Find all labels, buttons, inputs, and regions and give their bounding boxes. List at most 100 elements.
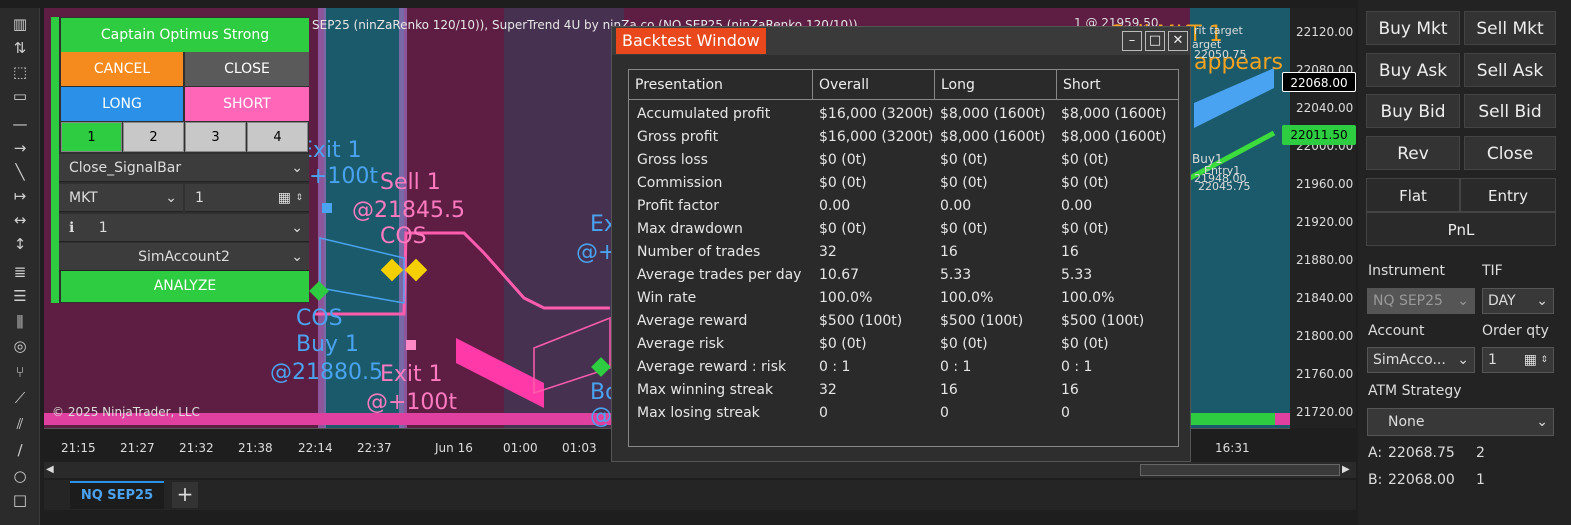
scroll-right-icon[interactable]: ▶ [1342, 464, 1354, 476]
time-cycles-icon[interactable]: ⫼ [10, 312, 30, 332]
quantity-stepper[interactable]: 1 ▦ ⇕ [185, 184, 309, 212]
diagonal-icon[interactable]: ∕ [10, 440, 30, 460]
buy-value: @21880.5 [270, 360, 383, 385]
fib-ext-icon[interactable]: ☰ [10, 286, 30, 306]
info-dropdown[interactable]: ℹ 1 ⌄ [59, 214, 309, 242]
metric-value: $500 (100t) [940, 313, 1024, 329]
account-dropdown[interactable]: SimAccount2 ⌄ [59, 243, 309, 271]
sell-ask-button[interactable]: Sell Ask [1464, 53, 1556, 87]
calculator-icon[interactable]: ▦ [1524, 348, 1537, 372]
cancel-button[interactable]: CANCEL [61, 52, 183, 86]
table-row: Max winning streak 32 16 16 [629, 379, 1178, 402]
fib-icon[interactable]: ≣ [10, 262, 30, 282]
short-button[interactable]: SHORT [185, 87, 309, 121]
copyright: © 2025 NinjaTrader, LLC [52, 405, 200, 419]
trendline-icon[interactable]: ╲ [10, 162, 30, 182]
pitchfork-icon[interactable]: ⑂ [10, 362, 30, 382]
circle-target-icon[interactable]: ◎ [10, 336, 30, 356]
bid-price: 22068.00 [1388, 472, 1455, 488]
arrows-icon[interactable]: ⇅ [10, 38, 30, 58]
long-button[interactable]: LONG [61, 87, 183, 121]
metric-value: $8,000 (1600t) [1061, 106, 1167, 122]
metric-value: 0 : 1 [819, 359, 851, 375]
analyze-button[interactable]: ANALYZE [61, 271, 309, 302]
order-type-dropdown[interactable]: MKT ⌄ [59, 184, 183, 212]
channel-icon[interactable]: ⫽ [10, 414, 30, 434]
arrow-line-icon[interactable]: ↦ [10, 186, 30, 206]
stop-value: 22045.75 [1198, 180, 1251, 193]
line-icon[interactable]: — [10, 114, 30, 134]
metric-value: $8,000 (1600t) [940, 106, 1046, 122]
extended-line-icon[interactable]: ↔ [10, 210, 30, 230]
exit-value-bottom: @+100t [366, 390, 458, 415]
signal-value: Close_SignalBar [69, 160, 182, 176]
buy-ask-button[interactable]: Buy Ask [1366, 53, 1460, 87]
qty-preset-1[interactable]: 1 [61, 122, 122, 152]
column-header[interactable]: Presentation [629, 70, 813, 100]
time-tick: 16:31 [1215, 441, 1250, 455]
qty-preset-2[interactable]: 2 [123, 122, 184, 152]
column-header[interactable]: Short [1057, 70, 1178, 100]
table-row: Max drawdown $0 (0t) $0 (0t) $0 (0t) [629, 218, 1178, 241]
metric-name: Win rate [637, 290, 697, 306]
instrument-select[interactable]: NQ SEP25 ⌄ [1367, 288, 1475, 314]
metric-value: 10.67 [819, 267, 860, 283]
region-icon[interactable]: ▭ [10, 86, 30, 106]
price-tick: 21960.00 [1296, 177, 1354, 191]
tab-nq-sep25[interactable]: NQ SEP25 [70, 481, 164, 509]
bid-label: B: [1368, 472, 1383, 488]
close-icon[interactable]: ✕ [1168, 31, 1188, 51]
table-row: Max losing streak 0 0 0 [629, 402, 1178, 425]
backtest-window: Backtest Window – □ ✕ Presentation Overa… [611, 26, 1191, 462]
signal-dropdown[interactable]: Close_SignalBar ⌄ [59, 154, 309, 182]
calculator-icon[interactable]: ▦ [278, 184, 291, 212]
vertical-line-icon[interactable]: ↕ [10, 234, 30, 254]
tif-select[interactable]: DAY ⌄ [1482, 288, 1554, 314]
account-select[interactable]: SimAcco... ⌄ [1367, 347, 1475, 373]
order-qty-value: 1 [1488, 352, 1497, 368]
qty-preset-4[interactable]: 4 [247, 122, 308, 152]
qty-preset-3[interactable]: 3 [185, 122, 246, 152]
rectangle-icon[interactable]: □ [10, 490, 30, 510]
scroll-left-icon[interactable]: ◀ [46, 464, 58, 476]
price-axis[interactable]: 22120.00 22080.00 22040.00 22000.00 2196… [1282, 8, 1356, 428]
dashed-rect-icon[interactable]: ⬚ [10, 62, 30, 82]
chart-scrollbar[interactable]: ◀ ▶ [44, 462, 1356, 478]
add-tab-button[interactable]: + [172, 482, 198, 508]
spinner-icon[interactable]: ⇕ [1540, 348, 1548, 372]
account-select-value: SimAcco... [1373, 352, 1446, 368]
metric-value: 0 [940, 405, 949, 421]
strategy-title-button[interactable]: Captain Optimus Strong [61, 18, 309, 52]
buy-market-button[interactable]: Buy Mkt [1366, 11, 1460, 45]
atm-strategy-select[interactable]: None ⌄ [1367, 408, 1554, 436]
sell-market-button[interactable]: Sell Mkt [1464, 11, 1556, 45]
ray-icon[interactable]: → [10, 138, 30, 158]
metric-value: $8,000 (1600t) [940, 129, 1046, 145]
metric-value: 0 : 1 [1061, 359, 1093, 375]
sell-bid-button[interactable]: Sell Bid [1464, 94, 1556, 128]
chevron-down-icon: ⌄ [291, 160, 303, 176]
close-position-button[interactable]: Close [1464, 136, 1556, 170]
backtest-titlebar[interactable]: Backtest Window – □ ✕ [612, 27, 1190, 55]
metric-value: $500 (100t) [819, 313, 903, 329]
ruler-icon[interactable]: ▥ [10, 14, 30, 34]
time-tick: 01:00 [503, 441, 538, 455]
column-header[interactable]: Long [935, 70, 1057, 100]
pnl-display: PnL [1366, 212, 1556, 246]
spinner-icon[interactable]: ⇕ [295, 184, 303, 212]
gann-icon[interactable]: ⟋ [10, 388, 30, 408]
price-tick: 21880.00 [1296, 253, 1354, 267]
order-qty-stepper[interactable]: 1 ▦ ⇕ [1482, 347, 1554, 373]
maximize-icon[interactable]: □ [1145, 31, 1165, 51]
time-tick: 21:32 [179, 441, 214, 455]
scrollbar-thumb[interactable] [1140, 464, 1340, 476]
minimize-icon[interactable]: – [1122, 31, 1142, 51]
metric-value: 0.00 [819, 198, 851, 214]
reverse-button[interactable]: Rev [1366, 136, 1460, 170]
tif-value: DAY [1488, 293, 1516, 309]
buy-bid-button[interactable]: Buy Bid [1366, 94, 1460, 128]
close-button[interactable]: CLOSE [185, 52, 309, 86]
ellipse-icon[interactable]: ○ [10, 466, 30, 486]
strategy-control-panel: Captain Optimus Strong CANCEL CLOSE LONG… [51, 17, 309, 303]
column-header[interactable]: Overall [813, 70, 935, 100]
